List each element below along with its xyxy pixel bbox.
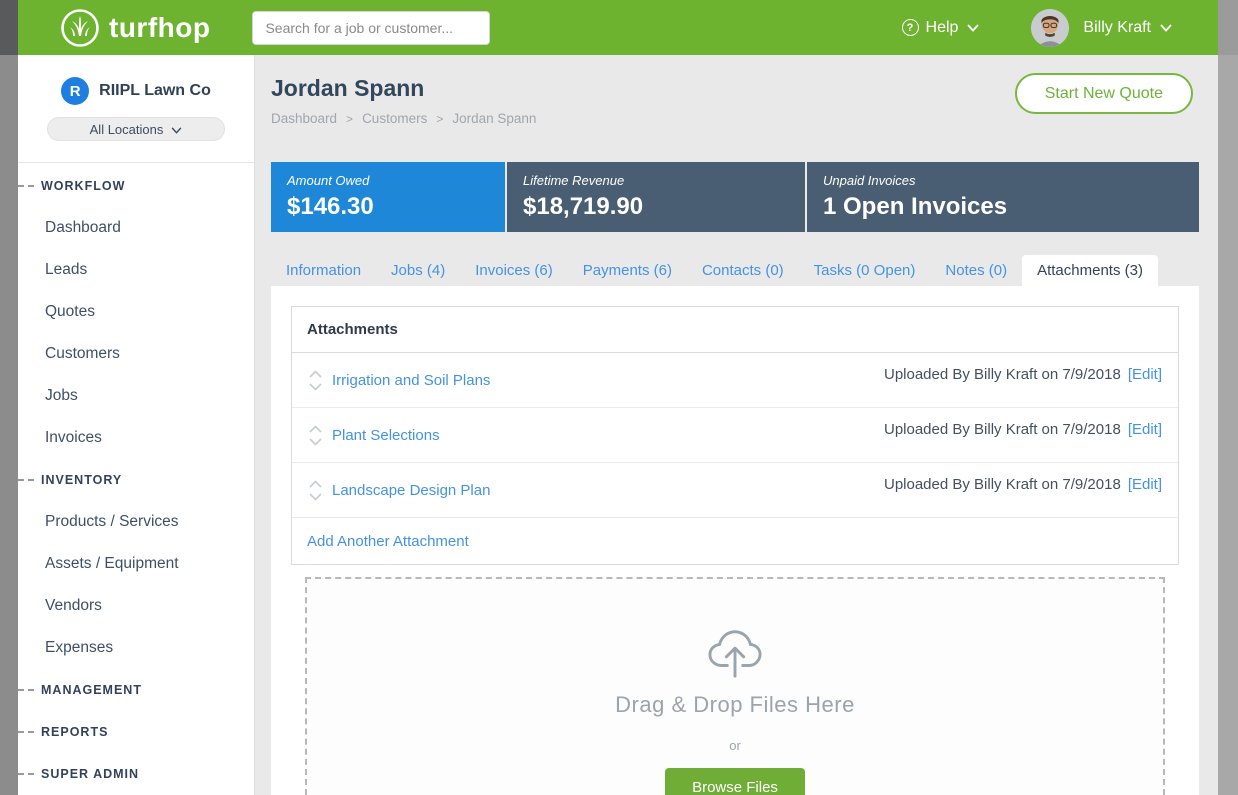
reorder-handle[interactable] (308, 480, 323, 501)
nav-section-workflow: WORKFLOW (18, 165, 254, 207)
sidebar-item-quotes[interactable]: Quotes (18, 291, 254, 333)
nav-section-reports[interactable]: REPORTS (18, 711, 254, 753)
help-menu[interactable]: ? Help (902, 19, 980, 37)
section-dash-icon (18, 689, 34, 691)
tab-payments[interactable]: Payments (6) (568, 255, 687, 286)
tab-contacts[interactable]: Contacts (0) (687, 255, 799, 286)
app-window: turfhop ? Help (0, 0, 1238, 795)
add-attachment-row: Add Another Attachment (292, 518, 1178, 564)
brand-name: turfhop (109, 12, 210, 44)
attachment-link[interactable]: Landscape Design Plan (332, 482, 490, 499)
sidebar-item-jobs[interactable]: Jobs (18, 375, 254, 417)
edit-attachment-link[interactable]: [Edit] (1128, 476, 1162, 493)
attachment-row: Landscape Design Plan Uploaded By Billy … (292, 463, 1178, 518)
chevron-down-icon (171, 122, 182, 137)
reorder-handle[interactable] (308, 370, 323, 391)
sidebar-item-customers[interactable]: Customers (18, 333, 254, 375)
stat-unpaid-invoices: Unpaid Invoices 1 Open Invoices (807, 162, 1199, 232)
sidebar-item-products-services[interactable]: Products / Services (18, 501, 254, 543)
sidebar-item-vendors[interactable]: Vendors (18, 585, 254, 627)
tab-tasks[interactable]: Tasks (0 Open) (799, 255, 931, 286)
company-name: RIIPL Lawn Co (99, 82, 211, 100)
stat-amount-owed: Amount Owed $146.30 (271, 162, 505, 232)
section-dash-icon (18, 185, 34, 187)
main-content: Jordan Spann Dashboard > Customers > Jor… (255, 55, 1218, 795)
chevron-up-icon (308, 425, 323, 433)
nav-section-management[interactable]: MANAGEMENT (18, 669, 254, 711)
breadcrumb-current: Jordan Spann (452, 111, 536, 126)
dropzone-title: Drag & Drop Files Here (307, 692, 1163, 718)
location-selector[interactable]: All Locations (47, 117, 225, 141)
cloud-upload-icon (704, 625, 766, 684)
customer-tabs: Information Jobs (4) Invoices (6) Paymen… (271, 254, 1199, 286)
breadcrumb-dashboard[interactable]: Dashboard (271, 111, 337, 126)
help-label: Help (926, 19, 959, 37)
sidebar-item-dashboard[interactable]: Dashboard (18, 207, 254, 249)
tab-attachments[interactable]: Attachments (3) (1022, 255, 1158, 286)
section-dash-icon (18, 773, 34, 775)
add-another-attachment-link[interactable]: Add Another Attachment (307, 533, 469, 550)
breadcrumb-separator: > (346, 112, 353, 126)
company-badge: R (61, 77, 89, 105)
section-dash-icon (18, 731, 34, 733)
global-search-input[interactable] (252, 11, 490, 45)
chevron-down-icon (967, 19, 979, 37)
sidebar-item-assets-equipment[interactable]: Assets / Equipment (18, 543, 254, 585)
tab-notes[interactable]: Notes (0) (930, 255, 1022, 286)
tab-jobs[interactable]: Jobs (4) (376, 255, 460, 286)
chevron-up-icon (308, 480, 323, 488)
top-navbar: turfhop ? Help (18, 0, 1218, 55)
brand-logo-home[interactable]: turfhop (60, 8, 210, 48)
sidebar-item-leads[interactable]: Leads (18, 249, 254, 291)
chevron-up-icon (308, 370, 323, 378)
edit-attachment-link[interactable]: [Edit] (1128, 366, 1162, 383)
sidebar-item-expenses[interactable]: Expenses (18, 627, 254, 669)
customer-stats-bar: Amount Owed $146.30 Lifetime Revenue $18… (271, 162, 1199, 232)
chevron-down-icon[interactable] (1160, 19, 1172, 37)
sidebar-item-invoices[interactable]: Invoices (18, 417, 254, 459)
attachments-tab-panel: Attachments Irrigation and Soil Plans Up… (271, 286, 1199, 795)
nav-section-super-admin[interactable]: SUPER ADMIN (18, 753, 254, 795)
tab-invoices[interactable]: Invoices (6) (460, 255, 568, 286)
chevron-down-icon (308, 438, 323, 446)
section-dash-icon (18, 479, 34, 481)
sidebar-divider (18, 162, 254, 163)
window-left-edge (0, 0, 18, 795)
breadcrumb-customers[interactable]: Customers (362, 111, 427, 126)
attachment-link[interactable]: Irrigation and Soil Plans (332, 372, 490, 389)
start-new-quote-button[interactable]: Start New Quote (1015, 73, 1193, 114)
file-dropzone[interactable]: Drag & Drop Files Here or Browse Files (305, 577, 1165, 795)
edit-attachment-link[interactable]: [Edit] (1128, 421, 1162, 438)
attachment-row: Irrigation and Soil Plans Uploaded By Bi… (292, 353, 1178, 408)
breadcrumb-separator: > (436, 112, 443, 126)
chevron-down-icon (308, 383, 323, 391)
company-switcher[interactable]: R RIIPL Lawn Co (18, 77, 254, 105)
user-menu[interactable]: Billy Kraft (1083, 19, 1151, 37)
attachment-meta: Uploaded By Billy Kraft on 7/9/2018[Edit… (884, 421, 1162, 438)
dropzone-or-label: or (307, 738, 1163, 753)
attachments-card-title: Attachments (292, 307, 1178, 353)
help-icon: ? (902, 19, 919, 36)
sidebar-nav: WORKFLOW Dashboard Leads Quotes Customer… (18, 165, 254, 795)
user-avatar[interactable] (1031, 9, 1069, 47)
tab-information[interactable]: Information (271, 255, 376, 286)
chevron-down-icon (308, 493, 323, 501)
attachment-row: Plant Selections Uploaded By Billy Kraft… (292, 408, 1178, 463)
attachment-meta: Uploaded By Billy Kraft on 7/9/2018[Edit… (884, 476, 1162, 493)
attachments-card: Attachments Irrigation and Soil Plans Up… (291, 306, 1179, 565)
turfhop-grass-icon (60, 8, 100, 48)
page-header: Jordan Spann Dashboard > Customers > Jor… (271, 75, 1199, 141)
stat-lifetime-revenue: Lifetime Revenue $18,719.90 (507, 162, 805, 232)
attachment-link[interactable]: Plant Selections (332, 427, 440, 444)
browse-files-button[interactable]: Browse Files (665, 768, 805, 795)
nav-section-inventory: INVENTORY (18, 459, 254, 501)
location-selector-label: All Locations (90, 122, 164, 137)
reorder-handle[interactable] (308, 425, 323, 446)
attachment-meta: Uploaded By Billy Kraft on 7/9/2018[Edit… (884, 366, 1162, 383)
window-right-edge (1218, 0, 1238, 795)
sidebar: R RIIPL Lawn Co All Locations WORKFLOW D… (18, 55, 255, 795)
